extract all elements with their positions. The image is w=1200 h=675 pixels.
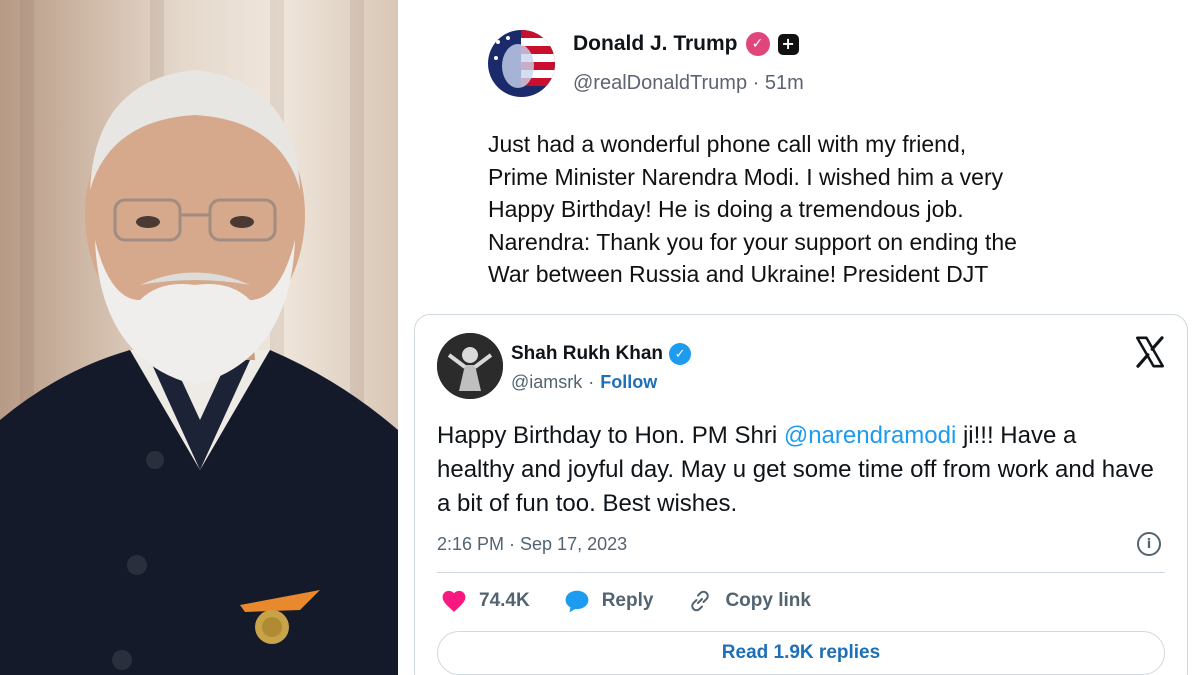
plus-badge-icon: + xyxy=(777,33,799,55)
x-handle-row: @iamsrk · Follow xyxy=(511,372,657,393)
x-divider xyxy=(437,572,1165,573)
x-logo-icon[interactable] xyxy=(1133,335,1167,369)
like-count: 74.4K xyxy=(479,590,530,611)
portrait-illustration xyxy=(0,70,398,675)
truth-text-line: Narendra: Thank you for your support on … xyxy=(488,228,1017,255)
truth-name-row: Donald J. Trump ✓ + xyxy=(573,32,799,56)
like-button[interactable]: 74.4K xyxy=(441,589,530,613)
truth-post: Donald J. Trump ✓ + @realDonaldTrump · 5… xyxy=(402,0,1200,310)
mention-link[interactable]: @narendramodi xyxy=(784,422,956,449)
x-handle[interactable]: @iamsrk xyxy=(511,372,582,393)
truth-handle-row: @realDonaldTrump · 51m xyxy=(573,72,804,95)
truth-handle[interactable]: @realDonaldTrump xyxy=(573,72,747,94)
reply-bubble-icon xyxy=(565,590,589,613)
x-separator: · xyxy=(588,372,595,392)
x-post-card: Shah Rukh Khan ✓ @iamsrk · Follow Happy … xyxy=(414,314,1188,675)
x-text-before: Happy Birthday to Hon. PM Shri xyxy=(437,422,784,449)
truth-text-line: Happy Birthday! He is doing a tremendous… xyxy=(488,196,964,222)
truth-text-line: Just had a wonderful phone call with my … xyxy=(488,131,967,157)
reply-label: Reply xyxy=(601,590,654,611)
link-icon xyxy=(691,590,710,612)
modi-photo xyxy=(0,0,398,675)
x-post-text: Happy Birthday to Hon. PM Shri @narendra… xyxy=(437,419,1157,521)
info-icon[interactable]: i xyxy=(1137,532,1161,556)
follow-link[interactable]: Follow xyxy=(600,372,657,393)
truth-post-text: Just had a wonderful phone call with my … xyxy=(488,128,1188,291)
x-timestamp[interactable]: 2:16 PM · Sep 17, 2023 xyxy=(437,534,627,555)
x-action-bar: 74.4K Reply Copy link xyxy=(441,589,845,613)
truth-time[interactable]: 51m xyxy=(765,72,804,94)
trump-avatar[interactable] xyxy=(488,30,555,97)
verified-badge-icon: ✓ xyxy=(745,32,770,56)
copy-link-label: Copy link xyxy=(725,590,811,611)
verified-badge-icon: ✓ xyxy=(669,343,692,365)
truth-text-line: Prime Minister Narendra Modi. I wished h… xyxy=(488,163,1004,190)
copy-link-button[interactable]: Copy link xyxy=(687,589,811,613)
truth-text-line: War between Russia and Ukraine! Presiden… xyxy=(488,261,989,287)
x-name-row: Shah Rukh Khan ✓ xyxy=(511,343,692,365)
x-display-name[interactable]: Shah Rukh Khan xyxy=(511,343,663,365)
srk-avatar[interactable] xyxy=(437,333,503,399)
truth-separator: · xyxy=(752,72,760,94)
read-replies-button[interactable]: Read 1.9K replies xyxy=(437,631,1165,675)
heart-icon xyxy=(442,590,466,612)
reply-button[interactable]: Reply xyxy=(564,589,654,613)
truth-display-name[interactable]: Donald J. Trump xyxy=(573,32,738,56)
